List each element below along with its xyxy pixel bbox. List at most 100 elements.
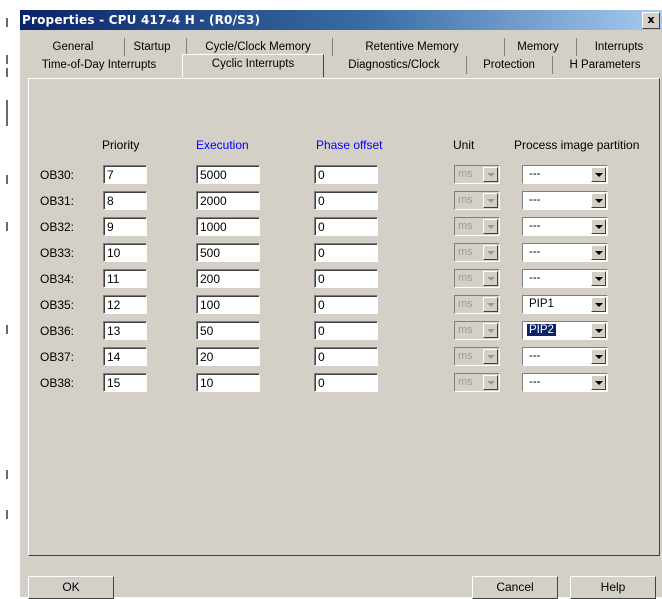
row-label: OB30: <box>40 168 75 182</box>
unit-value: ms <box>458 350 473 362</box>
priority-field[interactable] <box>103 373 147 392</box>
priority-field[interactable] <box>103 295 147 314</box>
process-image-partition-value: PIP1 <box>529 298 554 310</box>
unit-value: ms <box>458 272 473 284</box>
priority-field[interactable] <box>103 217 147 236</box>
tab-retentive-memory[interactable]: Retentive Memory <box>332 38 491 56</box>
unit-value: ms <box>458 376 473 388</box>
execution-field[interactable] <box>196 217 260 236</box>
priority-field[interactable] <box>103 165 147 184</box>
priority-field[interactable] <box>103 269 147 288</box>
execution-field[interactable] <box>196 165 260 184</box>
process-image-partition-select[interactable]: --- <box>522 243 608 262</box>
process-image-partition-value: PIP2 <box>527 324 556 336</box>
execution-field[interactable] <box>196 243 260 262</box>
chevron-down-icon[interactable] <box>591 219 606 234</box>
properties-dialog: Properties - CPU 417-4 H - (R0/S3) x Gen… <box>20 10 662 599</box>
chevron-down-icon[interactable] <box>591 375 606 390</box>
row-label: OB35: <box>40 298 75 312</box>
tab-cyclic-interrupts[interactable]: Cyclic Interrupts <box>182 54 324 77</box>
phase-offset-field[interactable] <box>314 269 378 288</box>
execution-field[interactable] <box>196 347 260 366</box>
execution-field[interactable] <box>196 295 260 314</box>
chevron-down-icon[interactable] <box>591 323 606 338</box>
phase-offset-field[interactable] <box>314 217 378 236</box>
chevron-down-icon[interactable] <box>591 349 606 364</box>
unit-select: ms <box>454 295 500 314</box>
execution-field[interactable] <box>196 191 260 210</box>
row-label: OB32: <box>40 220 75 234</box>
row-label: OB36: <box>40 324 75 338</box>
priority-field[interactable] <box>103 191 147 210</box>
row-label: OB31: <box>40 194 75 208</box>
process-image-partition-select[interactable]: --- <box>522 269 608 288</box>
execution-field[interactable] <box>196 373 260 392</box>
column-header-priority: Priority <box>102 138 140 152</box>
phase-offset-field[interactable] <box>314 165 378 184</box>
process-image-partition-select[interactable]: PIP1 <box>522 295 608 314</box>
chevron-down-icon <box>483 245 498 260</box>
chevron-down-icon[interactable] <box>591 193 606 208</box>
chevron-down-icon <box>483 167 498 182</box>
chevron-down-icon[interactable] <box>591 167 606 182</box>
phase-offset-field[interactable] <box>314 191 378 210</box>
help-button[interactable]: Help <box>570 576 656 599</box>
priority-field[interactable] <box>103 347 147 366</box>
row-label: OB33: <box>40 246 75 260</box>
tab-general[interactable]: General <box>22 38 124 56</box>
cancel-button[interactable]: Cancel <box>472 576 558 599</box>
column-header-unit: Unit <box>453 138 475 152</box>
process-image-partition-value: --- <box>529 376 541 388</box>
unit-select: ms <box>454 373 500 392</box>
process-image-partition-value: --- <box>529 272 541 284</box>
execution-field[interactable] <box>196 269 260 288</box>
phase-offset-field[interactable] <box>314 295 378 314</box>
unit-value: ms <box>458 220 473 232</box>
process-image-partition-value: --- <box>529 220 541 232</box>
process-image-partition-select[interactable]: PIP2 <box>522 321 608 340</box>
phase-offset-field[interactable] <box>314 321 378 340</box>
tab-time-of-day-interrupts[interactable]: Time-of-Day Interrupts <box>22 56 176 74</box>
unit-value: ms <box>458 324 473 336</box>
phase-offset-field[interactable] <box>314 347 378 366</box>
phase-offset-field[interactable] <box>314 243 378 262</box>
tab-h-parameters[interactable]: H Parameters <box>552 56 657 74</box>
close-icon[interactable]: x <box>642 12 660 29</box>
process-image-partition-value: --- <box>529 246 541 258</box>
tab-protection[interactable]: Protection <box>466 56 551 74</box>
chevron-down-icon <box>483 375 498 390</box>
process-image-partition-value: --- <box>529 194 541 206</box>
process-image-partition-select[interactable]: --- <box>522 347 608 366</box>
row-label: OB37: <box>40 350 75 364</box>
unit-value: ms <box>458 246 473 258</box>
priority-field[interactable] <box>103 243 147 262</box>
tab-memory[interactable]: Memory <box>504 38 571 56</box>
chevron-down-icon <box>483 193 498 208</box>
process-image-partition-select[interactable]: --- <box>522 191 608 210</box>
row-label: OB34: <box>40 272 75 286</box>
process-image-partition-select[interactable]: --- <box>522 373 608 392</box>
process-image-partition-value: --- <box>529 168 541 180</box>
chevron-down-icon[interactable] <box>591 271 606 286</box>
tab-startup[interactable]: Startup <box>124 38 179 56</box>
chevron-down-icon <box>483 219 498 234</box>
tab-interrupts[interactable]: Interrupts <box>576 38 661 56</box>
chevron-down-icon[interactable] <box>591 297 606 312</box>
unit-select: ms <box>454 243 500 262</box>
chevron-down-icon <box>483 323 498 338</box>
column-header-phase-offset: Phase offset <box>316 138 383 152</box>
chevron-down-icon <box>483 297 498 312</box>
unit-value: ms <box>458 194 473 206</box>
priority-field[interactable] <box>103 321 147 340</box>
execution-field[interactable] <box>196 321 260 340</box>
tab-diagnostics-clock[interactable]: Diagnostics/Clock <box>322 56 465 74</box>
unit-select: ms <box>454 165 500 184</box>
column-header-execution: Execution <box>196 138 249 152</box>
chevron-down-icon[interactable] <box>591 245 606 260</box>
phase-offset-field[interactable] <box>314 373 378 392</box>
process-image-partition-select[interactable]: --- <box>522 217 608 236</box>
window-title: Properties - CPU 417-4 H - (R0/S3) <box>22 13 261 27</box>
ok-button[interactable]: OK <box>28 576 114 599</box>
title-bar[interactable]: Properties - CPU 417-4 H - (R0/S3) x <box>20 10 662 30</box>
process-image-partition-select[interactable]: --- <box>522 165 608 184</box>
